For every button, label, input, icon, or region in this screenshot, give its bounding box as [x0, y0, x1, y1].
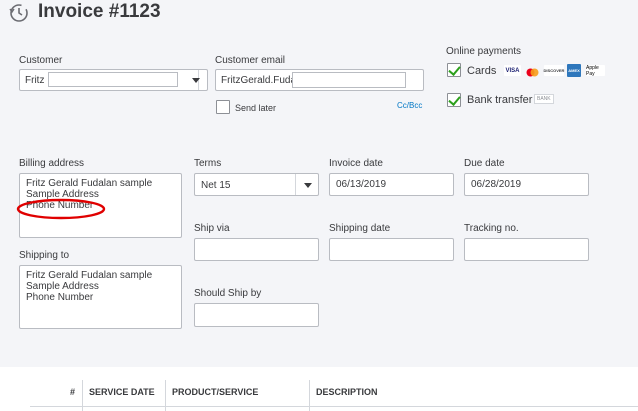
column-header-service-date: SERVICE DATE [89, 387, 155, 397]
mastercard-logo [524, 65, 541, 77]
cards-checkbox[interactable] [447, 63, 461, 77]
discover-logo: DISCOVER [544, 65, 564, 76]
tracking-no-label: Tracking no. [464, 223, 519, 234]
shipping-to-field[interactable]: Fritz Gerald Fudalan sample Sample Addre… [19, 265, 182, 329]
shipping-line: Sample Address [26, 281, 99, 292]
shipping-to-label: Shipping to [19, 250, 70, 261]
chevron-down-icon[interactable] [304, 183, 312, 188]
customer-name-overlay [48, 72, 178, 87]
customer-email-label: Customer email [215, 55, 286, 66]
should-ship-by-field[interactable] [194, 303, 319, 327]
terms-label: Terms [194, 158, 222, 169]
invoice-date-field[interactable]: 06/13/2019 [329, 173, 454, 196]
check-icon [448, 63, 461, 76]
due-date-field[interactable]: 06/28/2019 [464, 173, 589, 196]
shipping-date-label: Shipping date [329, 223, 391, 234]
chevron-down-icon[interactable] [192, 78, 200, 83]
bank-transfer-label: Bank transfer [467, 94, 533, 106]
visa-logo: VISA [504, 65, 521, 76]
column-header-product-service: PRODUCT/SERVICE [172, 387, 259, 397]
terms-value: Net 15 [201, 180, 231, 191]
ship-via-label: Ship via [194, 223, 230, 234]
due-date-value: 06/28/2019 [471, 179, 522, 190]
check-icon [448, 93, 461, 106]
billing-line: Fritz Gerald Fudalan sample [26, 178, 153, 189]
tracking-no-field[interactable] [464, 238, 589, 261]
customer-label: Customer [19, 55, 63, 66]
cc-bcc-link[interactable]: Cc/Bcc [397, 101, 422, 110]
cards-label: Cards [467, 65, 497, 77]
table-header-divider [30, 406, 638, 407]
send-later-label: Send later [235, 103, 277, 113]
column-header-number: # [70, 387, 76, 397]
column-header-description: DESCRIPTION [316, 387, 378, 397]
email-overlay-box [292, 72, 406, 88]
invoice-date-value: 06/13/2019 [336, 179, 387, 190]
customer-email-value: FritzGerald.Fuda [221, 74, 297, 86]
online-payments-label: Online payments [446, 46, 522, 57]
bank-transfer-checkbox[interactable] [447, 93, 461, 107]
due-date-label: Due date [464, 158, 505, 169]
apple-pay-logo: Apple Pay [586, 65, 605, 77]
customer-select[interactable]: Fritz [19, 69, 208, 91]
shipping-date-field[interactable] [329, 238, 454, 261]
page-title: Invoice #1123 [38, 1, 161, 22]
should-ship-by-label: Should Ship by [194, 288, 262, 299]
send-later-checkbox[interactable] [216, 100, 230, 114]
shipping-line: Phone Number [26, 292, 94, 303]
customer-value: Fritz [25, 74, 45, 86]
annotation-circle [16, 198, 106, 220]
shipping-line: Fritz Gerald Fudalan sample [26, 270, 153, 281]
invoice-date-label: Invoice date [329, 158, 383, 169]
billing-address-label: Billing address [19, 158, 85, 169]
amex-logo: AMEX [567, 64, 581, 77]
terms-select[interactable]: Net 15 [194, 173, 319, 196]
clock-history-icon[interactable] [9, 3, 29, 23]
ship-via-field[interactable] [194, 238, 319, 261]
bank-badge: BANK [534, 94, 554, 104]
